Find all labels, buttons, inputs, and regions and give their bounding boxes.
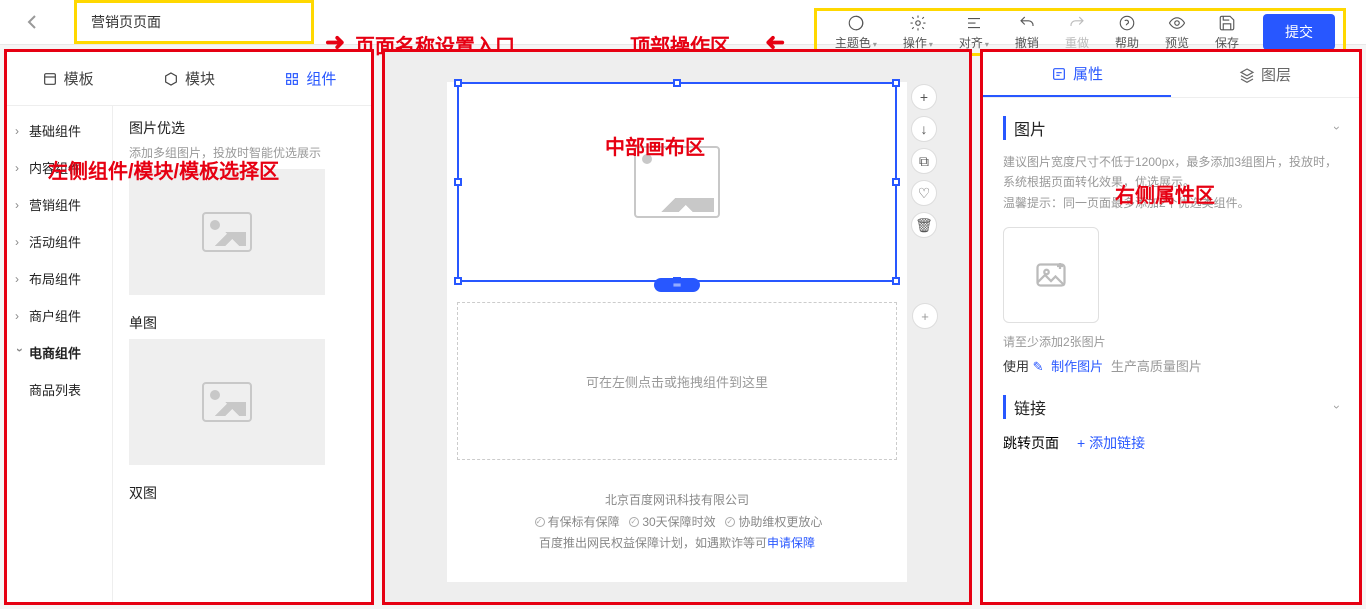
favorite-button[interactable]: ♡ (911, 180, 937, 206)
page-title-input[interactable]: 营销页页面 (74, 0, 314, 44)
comp-single-image[interactable]: 单图 (129, 313, 355, 465)
tab-template[interactable]: 模板 (7, 52, 128, 105)
section-link-header[interactable]: 链接› (1003, 395, 1339, 419)
category-list: 基础组件 内容组件 营销组件 活动组件 布局组件 商户组件 电商组件 商品列表 (7, 106, 113, 602)
guarantee-link[interactable]: 申请保障 (767, 536, 815, 550)
comp-thumb (129, 169, 325, 295)
image-placeholder-icon (202, 212, 252, 252)
move-down-button[interactable]: ↓ (911, 116, 937, 142)
selected-component[interactable]: ═ + ↓ ⧉ ♡ 🗑 (457, 82, 897, 282)
image-placeholder-icon (202, 382, 252, 422)
canvas-footer: 北京百度网讯科技有限公司 有保标有保障 30天保障时效 协助维权更放心 百度推出… (447, 480, 907, 575)
cat-ecommerce[interactable]: 电商组件 (7, 334, 112, 371)
drag-handle-icon[interactable]: ═ (654, 278, 700, 292)
tab-layers[interactable]: 图层 (1171, 52, 1359, 97)
upload-image-button[interactable] (1003, 227, 1099, 323)
delete-button[interactable]: 🗑 (911, 212, 937, 238)
comp-image-optimize[interactable]: 图片优选 添加多组图片，投放时智能优选展示 (129, 118, 355, 295)
cat-marketing[interactable]: 营销组件 (7, 186, 112, 223)
add-button[interactable]: + (912, 303, 938, 329)
tab-component[interactable]: 组件 (250, 52, 371, 105)
cat-activity[interactable]: 活动组件 (7, 223, 112, 260)
cat-layout[interactable]: 布局组件 (7, 260, 112, 297)
chevron-down-icon: › (1330, 405, 1344, 409)
drop-zone[interactable]: 可在左侧点击或拖拽组件到这里 + (457, 302, 897, 460)
tab-module[interactable]: 模块 (128, 52, 249, 105)
cat-basic[interactable]: 基础组件 (7, 112, 112, 149)
image-desc: 建议图片宽度尺寸不低于1200px，最多添加3组图片，投放时，系统根据页面转化效… (1003, 152, 1339, 213)
back-button[interactable] (20, 10, 44, 34)
section-image-header[interactable]: 图片› (1003, 116, 1339, 140)
make-image-link[interactable]: 制作图片 (1051, 359, 1103, 374)
image-placeholder-icon (634, 146, 720, 218)
left-panel: 模板 模块 组件 基础组件 内容组件 营销组件 活动组件 布局组件 商户组件 电… (4, 49, 374, 605)
cat-merchant[interactable]: 商户组件 (7, 297, 112, 334)
comp-double-image[interactable]: 双图 (129, 483, 355, 503)
copy-button[interactable]: ⧉ (911, 148, 937, 174)
tab-props[interactable]: 属性 (983, 52, 1171, 97)
cat-content[interactable]: 内容组件 (7, 149, 112, 186)
cat-product-list[interactable]: 商品列表 (7, 371, 112, 408)
jump-page-label: 跳转页面 (1003, 433, 1059, 453)
add-button[interactable]: + (911, 84, 937, 110)
add-link-button[interactable]: + 添加链接 (1077, 433, 1145, 453)
chevron-down-icon: › (1330, 126, 1344, 130)
component-list: 图片优选 添加多组图片，投放时智能优选展示 单图 双图 (113, 106, 371, 602)
comp-thumb (129, 339, 325, 465)
right-panel: 属性 图层 图片› 建议图片宽度尺寸不低于1200px，最多添加3组图片，投放时… (980, 49, 1362, 605)
canvas-area[interactable]: ═ + ↓ ⧉ ♡ 🗑 可在左侧点击或拖拽组件到这里 + 北京百度网讯科技有限公… (382, 49, 972, 605)
min-images-hint: 请至少添加2张图片 (1003, 333, 1339, 350)
